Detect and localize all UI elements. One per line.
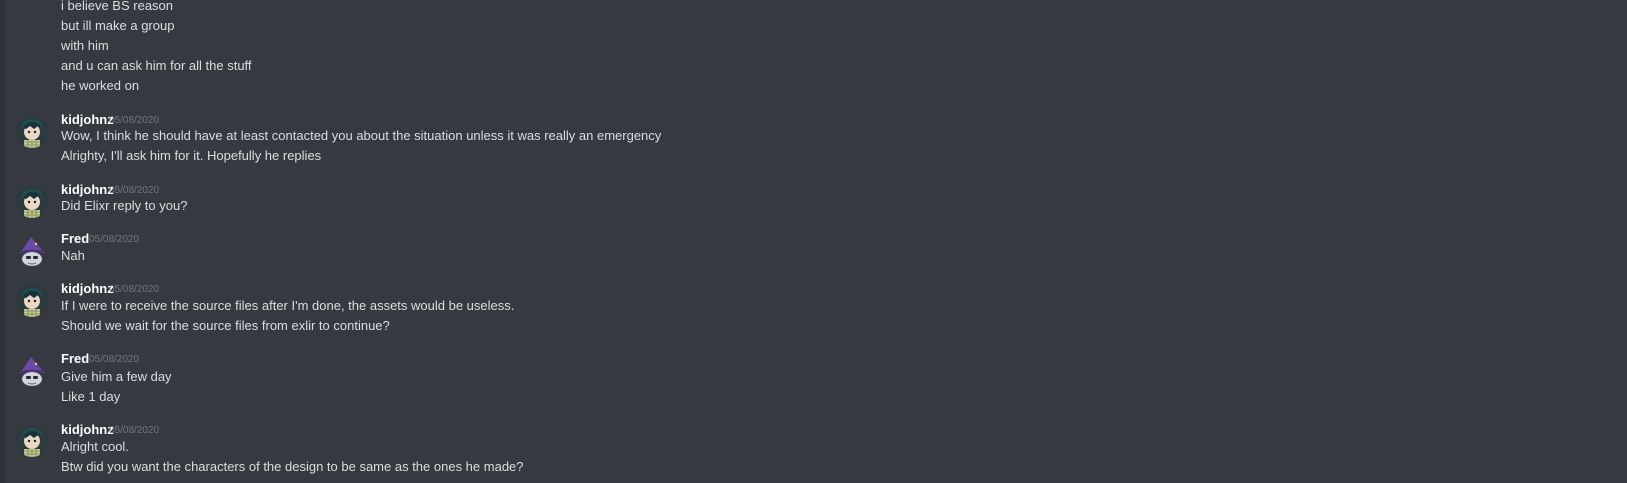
message-line: Nah	[61, 248, 85, 263]
message-line: Should we wait for the source files from…	[61, 318, 390, 333]
message-timestamp: 05/08/2020	[89, 354, 140, 365]
message-line: Give him a few day	[61, 369, 172, 384]
message-line: he worked on	[61, 78, 140, 93]
message-timestamp: 05/08/2020	[109, 284, 160, 295]
message-line: Wow, I think he should have at least con…	[61, 128, 662, 143]
message-author[interactable]: kidjohnz	[61, 182, 114, 198]
message-line: but ill make a group	[61, 18, 175, 33]
message-timestamp: 05/08/2020	[109, 185, 160, 196]
message-list: i believe BS reason but ill make a group…	[0, 0, 1627, 483]
message-line: Alrighty, I'll ask him for it. Hopefully…	[61, 148, 322, 163]
kidjohnz-avatar-icon[interactable]	[16, 285, 48, 317]
message-author[interactable]: kidjohnz	[61, 112, 114, 128]
message-timestamp: 05/08/2020	[89, 234, 140, 245]
kidjohnz-avatar-icon[interactable]	[16, 425, 48, 457]
message-line: Like 1 day	[61, 389, 121, 404]
message-author[interactable]: kidjohnz	[61, 422, 114, 438]
message-line: If I were to receive the source files af…	[61, 298, 515, 313]
message-line: Alright cool.	[61, 439, 129, 454]
fred-avatar-icon[interactable]	[16, 235, 48, 267]
message-author[interactable]: Fred	[61, 351, 89, 367]
kidjohnz-avatar-icon[interactable]	[16, 116, 48, 148]
message-line: with him	[61, 38, 109, 53]
kidjohnz-avatar-icon[interactable]	[16, 186, 48, 218]
message-line: Btw did you want the characters of the d…	[61, 459, 524, 474]
message-timestamp: 05/08/2020	[109, 115, 160, 126]
message-line: and u can ask him for all the stuff	[61, 58, 252, 73]
fred-avatar-icon[interactable]	[16, 355, 48, 387]
message-author[interactable]: Fred	[61, 231, 89, 247]
message-line: i believe BS reason	[61, 0, 174, 13]
message-line: Did Elixr reply to you?	[61, 198, 188, 213]
message-author[interactable]: kidjohnz	[61, 281, 114, 297]
message-timestamp: 05/08/2020	[109, 425, 160, 436]
